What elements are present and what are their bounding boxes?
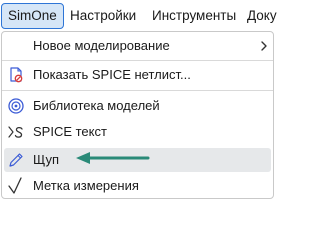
menu-separator (2, 90, 273, 91)
menu-item-label: Показать SPICE нетлист... (33, 67, 191, 82)
menu-item-label: Библиотека моделей (33, 98, 160, 113)
menu-item-spice-text[interactable]: SPICE текст (2, 120, 273, 144)
menu-simone[interactable]: SimOne (1, 3, 64, 29)
menu-item-show-netlist[interactable]: Показать SPICE нетлист... (2, 63, 273, 87)
menu-separator (2, 60, 273, 61)
model-library-icon (8, 98, 24, 114)
menu-item-measurement-marker[interactable]: Метка измерения (2, 174, 273, 198)
menu-item-label: SPICE текст (33, 124, 107, 139)
probe-pen-icon (9, 153, 23, 167)
spice-text-icon (8, 126, 23, 138)
menu-item-new-simulation[interactable]: Новое моделирование (2, 34, 273, 58)
menu-tools[interactable]: Инструменты (152, 3, 236, 29)
menu-docs[interactable]: Доку (247, 3, 277, 29)
chevron-right-icon (261, 41, 267, 51)
menu-item-label: Метка измерения (33, 178, 139, 193)
menu-bar: SimOne Настройки Инструменты Доку (0, 0, 277, 33)
menu-settings[interactable]: Настройки (70, 3, 136, 29)
menu-item-label: Щуп (33, 152, 60, 167)
netlist-document-icon (10, 67, 23, 83)
checkmark-icon (8, 177, 22, 194)
menu-item-label: Новое моделирование (33, 38, 170, 53)
menu-item-model-library[interactable]: Библиотека моделей (2, 94, 273, 118)
annotation-arrow-icon (76, 152, 150, 164)
simone-dropdown-menu: Новое моделирование Показать SPICE нетли… (1, 31, 274, 199)
